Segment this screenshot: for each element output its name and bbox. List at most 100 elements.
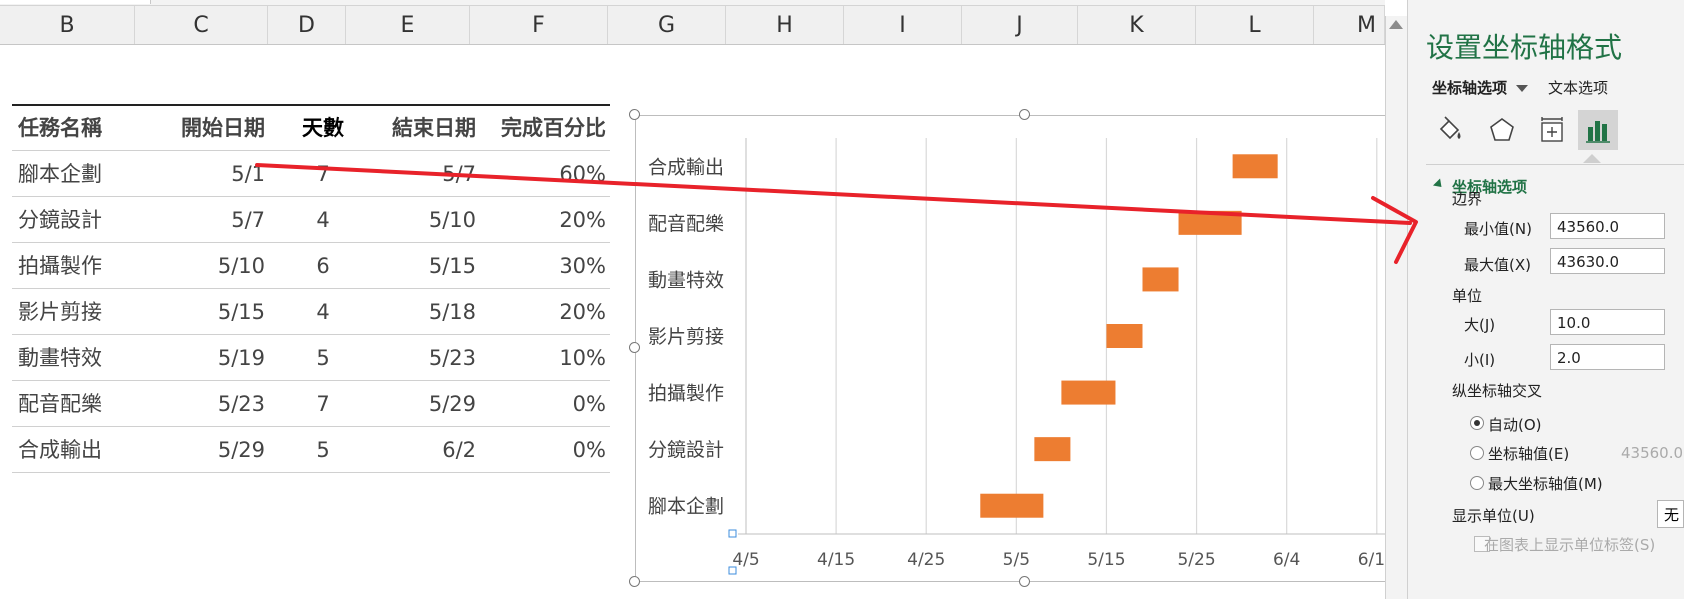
gantt-bar xyxy=(1034,437,1071,462)
collapse-triangle-icon[interactable] xyxy=(1432,178,1446,191)
vertical-scrollbar[interactable] xyxy=(1385,16,1408,599)
col-header-j[interactable]: J xyxy=(962,6,1078,44)
radio-auto-label[interactable]: 自动(O) xyxy=(1488,414,1542,435)
cell-days[interactable]: 4 xyxy=(293,198,353,243)
name-box[interactable] xyxy=(0,0,151,4)
cell-end[interactable]: 5/10 xyxy=(352,198,476,243)
column-headers: B C D E F G H I J K L M xyxy=(0,6,1385,45)
cell-days[interactable]: 4 xyxy=(293,290,353,335)
fill-line-icon[interactable] xyxy=(1430,110,1470,150)
cell-pct[interactable]: 30% xyxy=(480,244,606,289)
axis-options-icon[interactable] xyxy=(1578,110,1618,150)
header-days[interactable]: 天數 xyxy=(293,106,353,151)
col-header-k[interactable]: K xyxy=(1078,6,1196,44)
header-start[interactable]: 開始日期 xyxy=(137,106,265,151)
cell-pct[interactable]: 60% xyxy=(480,152,606,197)
gantt-bar xyxy=(1178,210,1242,235)
cell-task[interactable]: 合成輸出 xyxy=(18,428,102,473)
category-label: 拍攝製作 xyxy=(648,383,724,405)
x-tick-label: 5/5 xyxy=(1003,550,1030,570)
col-header-m[interactable]: M xyxy=(1314,6,1385,44)
cell-end[interactable]: 5/7 xyxy=(352,152,476,197)
cell-pct[interactable]: 10% xyxy=(480,336,606,381)
chart-resize-handle-bottom[interactable] xyxy=(1019,576,1030,587)
chart-area[interactable]: 4/54/154/255/55/155/256/46/14合成輸出配音配樂動畫特… xyxy=(635,115,1396,582)
max-bound-input[interactable]: 43630.0 xyxy=(1550,248,1665,274)
radio-axis-value[interactable] xyxy=(1470,446,1484,460)
col-header-b[interactable]: B xyxy=(0,6,135,44)
col-header-c[interactable]: C xyxy=(135,6,268,44)
radio-axis-value-label[interactable]: 坐标轴值(E) xyxy=(1488,443,1569,464)
cell-start[interactable]: 5/19 xyxy=(137,336,265,381)
chart-resize-handle-tl[interactable] xyxy=(629,109,640,120)
cell-days[interactable]: 6 xyxy=(293,244,353,289)
cell-pct[interactable]: 20% xyxy=(480,290,606,335)
radio-auto[interactable] xyxy=(1470,416,1484,430)
header-pct[interactable]: 完成百分比 xyxy=(480,106,606,151)
major-unit-input[interactable]: 10.0 xyxy=(1550,309,1665,335)
max-label: 最大值(X) xyxy=(1464,256,1531,274)
chart-resize-handle-top[interactable] xyxy=(1019,109,1030,120)
table-header-row: 任務名稱 開始日期 天數 結束日期 完成百分比 xyxy=(12,106,610,151)
show-units-label: 在图表上显示单位标签(S) xyxy=(1484,536,1656,554)
cell-start[interactable]: 5/23 xyxy=(137,382,265,427)
col-header-d[interactable]: D xyxy=(268,6,346,44)
cell-start[interactable]: 5/7 xyxy=(137,198,265,243)
cell-days[interactable]: 7 xyxy=(293,382,353,427)
cell-task[interactable]: 分鏡設計 xyxy=(18,198,102,243)
col-header-e[interactable]: E xyxy=(346,6,470,44)
cell-start[interactable]: 5/1 xyxy=(137,152,265,197)
x-tick-label: 5/15 xyxy=(1087,550,1125,570)
axis-value-input[interactable]: 43560.0 xyxy=(1621,440,1684,466)
cell-days[interactable]: 5 xyxy=(293,336,353,381)
format-axis-panel: 设置坐标轴格式 坐标轴选项 文本选项 坐标轴选项 边界 最小值(N) 43560… xyxy=(1407,0,1684,599)
cell-start[interactable]: 5/29 xyxy=(137,428,265,473)
cell-task[interactable]: 配音配樂 xyxy=(18,382,102,427)
cell-pct[interactable]: 20% xyxy=(480,198,606,243)
header-task[interactable]: 任務名稱 xyxy=(18,106,102,151)
cell-end[interactable]: 5/29 xyxy=(352,382,476,427)
cell-end[interactable]: 5/18 xyxy=(352,290,476,335)
cell-task[interactable]: 動畫特效 xyxy=(18,336,102,381)
min-bound-input[interactable]: 43560.0 xyxy=(1550,213,1665,239)
chevron-down-icon[interactable] xyxy=(1516,85,1528,92)
tab-text-options[interactable]: 文本选项 xyxy=(1548,77,1608,98)
col-header-i[interactable]: I xyxy=(844,6,962,44)
gantt-chart: 4/54/154/255/55/155/256/46/14合成輸出配音配樂動畫特… xyxy=(648,138,1396,575)
cell-end[interactable]: 5/23 xyxy=(352,336,476,381)
size-properties-icon[interactable] xyxy=(1532,110,1572,150)
minor-unit-input[interactable]: 2.0 xyxy=(1550,344,1665,370)
cell-pct[interactable]: 0% xyxy=(480,382,606,427)
cell-days[interactable]: 7 xyxy=(293,152,353,197)
cell-days[interactable]: 5 xyxy=(293,428,353,473)
cell-task[interactable]: 拍攝製作 xyxy=(18,244,102,289)
cell-task[interactable]: 腳本企劃 xyxy=(18,152,102,197)
cell-end[interactable]: 5/15 xyxy=(352,244,476,289)
cell-start[interactable]: 5/10 xyxy=(137,244,265,289)
col-header-g[interactable]: G xyxy=(608,6,726,44)
category-label: 腳本企劃 xyxy=(648,496,724,518)
cell-end[interactable]: 6/2 xyxy=(352,428,476,473)
scroll-up-arrow-icon[interactable] xyxy=(1389,20,1403,29)
effects-icon[interactable] xyxy=(1482,110,1522,150)
minor-label: 小(I) xyxy=(1464,351,1496,369)
col-header-l[interactable]: L xyxy=(1196,6,1314,44)
col-header-h[interactable]: H xyxy=(726,6,844,44)
cross-label: 纵坐标轴交叉 xyxy=(1452,382,1543,400)
tab-axis-options[interactable]: 坐标轴选项 xyxy=(1432,77,1507,98)
cell-start[interactable]: 5/15 xyxy=(137,290,265,335)
panel-divider xyxy=(1426,164,1684,165)
header-end[interactable]: 結束日期 xyxy=(352,106,476,151)
radio-max-axis[interactable] xyxy=(1470,476,1484,490)
col-header-f[interactable]: F xyxy=(470,6,608,44)
table-row: 配音配樂 5/23 7 5/29 0% xyxy=(12,382,610,427)
chart-resize-handle-left[interactable] xyxy=(629,342,640,353)
cell-pct[interactable]: 0% xyxy=(480,428,606,473)
panel-title: 设置坐标轴格式 xyxy=(1426,31,1623,64)
radio-max-axis-label[interactable]: 最大坐标轴值(M) xyxy=(1488,473,1603,494)
cell-task[interactable]: 影片剪接 xyxy=(18,290,102,335)
table-row: 腳本企劃 5/1 7 5/7 60% xyxy=(12,152,610,197)
table-row: 分鏡設計 5/7 4 5/10 20% xyxy=(12,198,610,243)
display-units-select[interactable]: 无 xyxy=(1657,500,1684,528)
chart-resize-handle-bl[interactable] xyxy=(629,576,640,587)
